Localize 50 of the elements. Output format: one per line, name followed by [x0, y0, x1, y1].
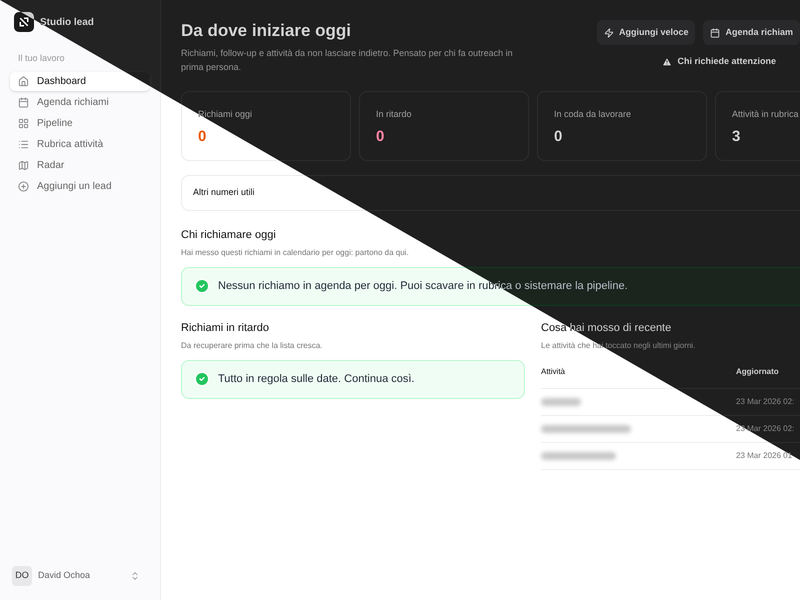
stat-label: In coda da lavorare: [554, 108, 632, 121]
column-header: Attività: [541, 366, 566, 378]
section-title: Cosa hai mosso di recente: [541, 320, 672, 336]
nav-item[interactable]: Dashboard: [10, 72, 150, 90]
chevrons-icon[interactable]: [130, 571, 140, 581]
stat-value: 0: [554, 126, 564, 146]
section-title: Chi richiamare oggi: [181, 228, 277, 242]
attention-link[interactable]: Chi richiede attenzione: [662, 55, 776, 68]
table-cell: 23 Mar 2026 01: [736, 450, 792, 462]
action-button[interactable]: Agenda richiam: [703, 20, 800, 45]
stat-label: Richiami oggi: [198, 108, 254, 121]
redacted-text: [541, 398, 581, 406]
list-icon: [18, 138, 29, 150]
nav-item[interactable]: Aggiungi un lead: [10, 176, 150, 196]
stat-value: 0: [198, 126, 208, 146]
nav-item[interactable]: Radar: [10, 156, 150, 174]
notice-text: Tutto in regola sulle date. Continua così.: [218, 372, 414, 387]
plus-circle-icon: [18, 180, 29, 192]
section-label: Il tuo lavoro: [17, 52, 66, 65]
warning-icon: [662, 56, 672, 67]
other-numbers-panel[interactable]: Altri numeri utili: [181, 175, 800, 210]
page-subtitle: Richiami, follow-up e attività da non lasciare indietro. Pensato per chi fa outreach in prima persona.: [181, 47, 514, 74]
nav-item[interactable]: Pipeline: [10, 114, 150, 132]
map-icon: [18, 160, 29, 170]
avatar: DO: [12, 566, 32, 586]
logo-icon: [14, 12, 34, 32]
calendar-icon: [710, 28, 720, 38]
section-title: Richiami in ritardo: [181, 320, 270, 336]
brand-name: Studio lead: [40, 16, 94, 30]
section-subtitle: Da recuperare prima che la lista cresca.: [181, 340, 324, 352]
check-icon: [194, 278, 210, 294]
table-cell: 23 Mar 2026 02:: [736, 423, 794, 435]
section-subtitle: Le attività che hai toccato negli ultimi giorni.: [541, 340, 696, 352]
grid-icon: [18, 118, 29, 128]
user-name: David Ochoa: [38, 569, 90, 582]
action-button[interactable]: Aggiungi veloce: [596, 20, 696, 45]
stat-value: 0: [376, 126, 386, 146]
stat-label: Attività in rubrica: [732, 108, 800, 121]
stat-value: 3: [732, 126, 742, 146]
nav-item[interactable]: Rubrica attività: [10, 134, 150, 154]
page-title: Da dove iniziare oggi: [181, 20, 352, 42]
home-icon: [18, 76, 29, 86]
stat-label: In ritardo: [376, 108, 413, 121]
calendar-icon: [18, 96, 29, 108]
nav-item[interactable]: Agenda richiami: [10, 92, 150, 112]
section-subtitle: Hai messo questi richiami in calendario per oggi: partono da qui.: [181, 247, 410, 259]
check-icon: [194, 371, 210, 388]
column-header: Aggiornato: [736, 366, 779, 378]
bolt-icon: [604, 28, 614, 38]
table-cell: 23 Mar 2026 02:: [736, 396, 794, 408]
